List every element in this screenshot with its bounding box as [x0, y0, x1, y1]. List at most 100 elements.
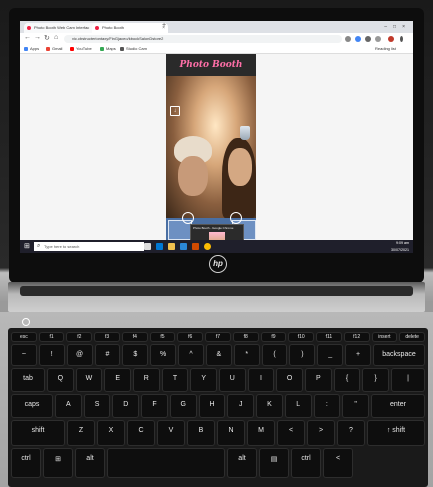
key[interactable]: #: [94, 344, 121, 366]
windows-start-icon[interactable]: ⊞: [24, 243, 31, 250]
key[interactable]: ): [289, 344, 316, 366]
tab-photo-booth-web-cam[interactable]: Photo Booth Web Cam Interfac ×: [24, 23, 100, 33]
key[interactable]: &: [205, 344, 232, 366]
key[interactable]: U: [219, 368, 246, 392]
key[interactable]: <: [323, 448, 353, 478]
key[interactable]: H: [198, 394, 226, 418]
key[interactable]: G: [169, 394, 197, 418]
key[interactable]: alt: [227, 448, 257, 478]
key[interactable]: V: [157, 420, 185, 446]
tab-photo-booth[interactable]: Photo Booth ×: [92, 23, 168, 33]
key[interactable]: caps: [11, 394, 53, 418]
key[interactable]: O: [276, 368, 303, 392]
key[interactable]: _: [317, 344, 344, 366]
key[interactable]: f8: [232, 332, 259, 342]
key[interactable]: L: [284, 394, 312, 418]
power-icon[interactable]: [22, 318, 30, 326]
key[interactable]: {: [333, 368, 361, 392]
key[interactable]: E: [104, 368, 131, 392]
key[interactable]: Q: [47, 368, 74, 392]
sticker-icon[interactable]: [240, 126, 250, 140]
bookmark-gmail[interactable]: Gmail: [46, 45, 62, 53]
key[interactable]: ↑ shift: [367, 420, 425, 446]
key[interactable]: f9: [260, 332, 287, 342]
star-icon[interactable]: [365, 36, 371, 42]
office-icon[interactable]: [192, 243, 199, 250]
key[interactable]: shift: [11, 420, 65, 446]
key[interactable]: |: [391, 368, 425, 392]
key[interactable]: f12: [343, 332, 370, 342]
shutter-button[interactable]: [230, 212, 242, 224]
key[interactable]: ▤: [259, 448, 289, 478]
address-bar[interactable]: vic.cbstructeriontaxy/FinGjaceo/kbockSal…: [64, 35, 342, 43]
key[interactable]: [107, 448, 225, 478]
key[interactable]: }: [362, 368, 389, 392]
bookmark-studio-cam[interactable]: Studio Cam: [120, 45, 147, 53]
key[interactable]: T: [161, 368, 189, 392]
puzzle-icon[interactable]: [375, 36, 381, 42]
key[interactable]: D: [112, 394, 140, 418]
key[interactable]: enter: [371, 394, 425, 418]
home-icon[interactable]: ⌂: [54, 34, 58, 41]
key[interactable]: K: [256, 394, 283, 418]
key[interactable]: backspace: [373, 344, 425, 366]
key[interactable]: C: [127, 420, 155, 446]
avatar[interactable]: [388, 36, 394, 42]
key[interactable]: I: [247, 368, 275, 392]
bookmark-youtube[interactable]: YouTube: [70, 45, 92, 53]
window-controls[interactable]: –□×: [384, 21, 411, 33]
key[interactable]: >: [307, 420, 335, 446]
key[interactable]: ~: [11, 344, 37, 366]
reading-list[interactable]: Reading list: [375, 45, 396, 53]
key[interactable]: S: [83, 394, 111, 418]
key[interactable]: N: [217, 420, 245, 446]
key[interactable]: ^: [178, 344, 204, 366]
task-view-icon[interactable]: [144, 243, 151, 250]
key[interactable]: <: [277, 420, 305, 446]
key[interactable]: R: [133, 368, 160, 392]
key[interactable]: f1: [38, 332, 65, 342]
key[interactable]: f4: [121, 332, 148, 342]
key[interactable]: @: [66, 344, 93, 366]
edge-icon[interactable]: [156, 243, 163, 250]
key[interactable]: f3: [94, 332, 120, 342]
extension-icon[interactable]: [355, 36, 361, 42]
key[interactable]: f5: [149, 332, 176, 342]
key[interactable]: ?: [337, 420, 365, 446]
new-tab-button[interactable]: +: [162, 22, 166, 29]
key[interactable]: (: [261, 344, 288, 366]
reload-icon[interactable]: ↻: [44, 34, 50, 42]
key[interactable]: f6: [177, 332, 204, 342]
key[interactable]: A: [55, 394, 82, 418]
system-clock[interactable]: 9:09 am 30/07/2021: [391, 240, 409, 253]
key[interactable]: +: [345, 344, 371, 366]
key[interactable]: :: [313, 394, 341, 418]
key[interactable]: alt: [75, 448, 105, 478]
bookmark-maps[interactable]: Maps: [100, 45, 116, 53]
key[interactable]: Z: [67, 420, 95, 446]
key[interactable]: *: [233, 344, 260, 366]
bookmark-apps[interactable]: Apps: [24, 45, 39, 53]
key[interactable]: M: [247, 420, 275, 446]
store-icon[interactable]: [180, 243, 187, 250]
forward-icon[interactable]: →: [34, 34, 41, 41]
key[interactable]: ctrl: [11, 448, 41, 478]
key[interactable]: f10: [288, 332, 315, 342]
key[interactable]: esc: [11, 332, 37, 342]
key[interactable]: tab: [11, 368, 45, 392]
key[interactable]: P: [305, 368, 332, 392]
key[interactable]: ⊞: [43, 448, 73, 478]
key[interactable]: X: [97, 420, 125, 446]
menu-icon[interactable]: [400, 36, 403, 42]
key[interactable]: %: [150, 344, 177, 366]
key[interactable]: f11: [316, 332, 342, 342]
back-icon[interactable]: ←: [24, 34, 31, 41]
key[interactable]: B: [187, 420, 215, 446]
key[interactable]: F: [141, 394, 168, 418]
chrome-icon[interactable]: [204, 243, 211, 250]
key[interactable]: Y: [190, 368, 217, 392]
extension-icon[interactable]: [345, 36, 351, 42]
key[interactable]: $: [122, 344, 149, 366]
key[interactable]: !: [38, 344, 65, 366]
folder-icon[interactable]: [168, 243, 175, 250]
